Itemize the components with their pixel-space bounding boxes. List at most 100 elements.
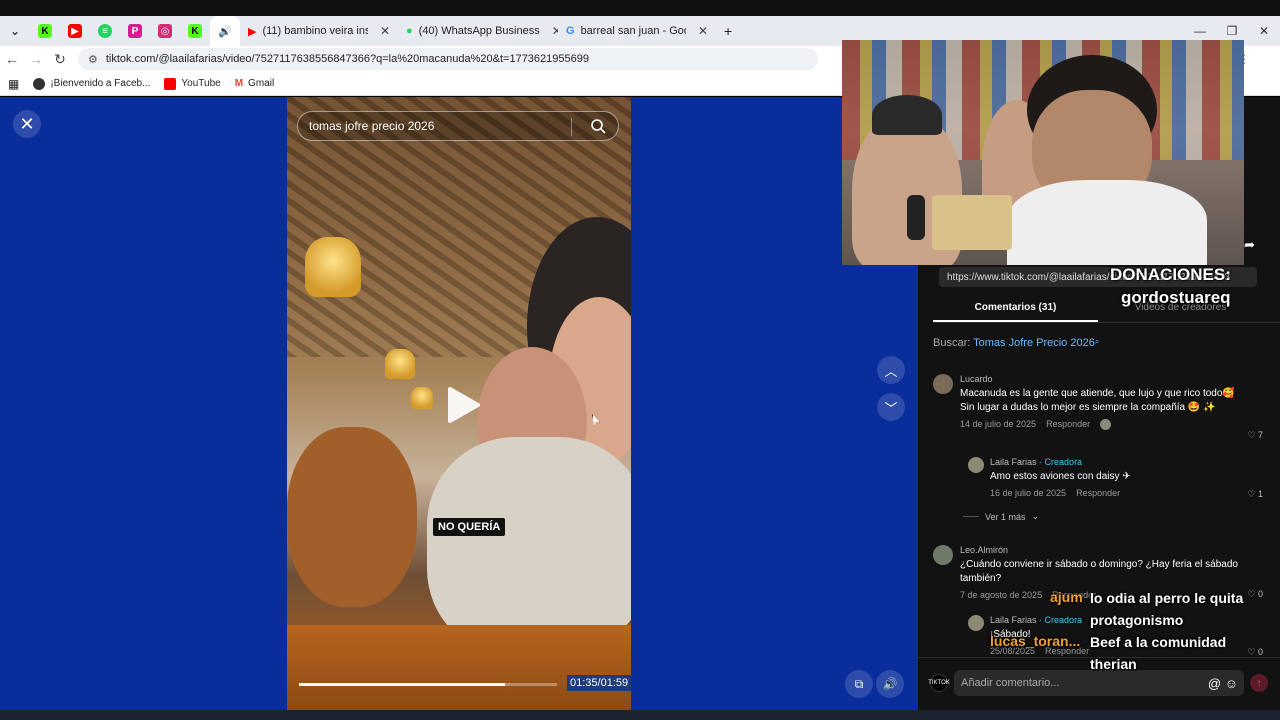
close-tab-icon[interactable]: ✕	[692, 24, 708, 38]
comment-date: 14 de julio de 2025	[960, 419, 1037, 429]
tab-list-chevron-icon[interactable]: ⌄	[0, 16, 30, 46]
site-settings-icon[interactable]: ⚙	[88, 53, 98, 66]
reply-username[interactable]: Laila Farias	[990, 457, 1037, 467]
tab-kick-icon[interactable]: K	[30, 16, 60, 46]
reply-button[interactable]: Responder	[1076, 488, 1120, 498]
tab-spotify-icon[interactable]: ≡	[90, 16, 120, 46]
tab-google-search[interactable]: G barreal san juan - Google Searc ✕	[558, 16, 716, 46]
volume-icon[interactable]: 🔊	[876, 670, 904, 698]
divider-line	[963, 516, 979, 517]
like-count: 0	[1257, 647, 1263, 657]
tab-youtube-icon[interactable]: ▶	[60, 16, 90, 46]
close-video-icon[interactable]: ✕	[13, 110, 41, 138]
share-arrow-icon[interactable]: ➦	[1244, 237, 1255, 253]
new-tab-button[interactable]: +	[716, 16, 740, 46]
creator-badge: · Creadora	[1039, 615, 1083, 625]
close-tab-icon[interactable]: ✕	[374, 24, 390, 38]
video-frame-lamp	[305, 237, 361, 297]
avatar[interactable]	[968, 457, 984, 473]
bookmark-youtube[interactable]: YouTube	[164, 77, 221, 90]
bookmark-label: YouTube	[181, 78, 221, 89]
video-frame-dog	[287, 427, 417, 607]
window-close-icon[interactable]: ✕	[1248, 24, 1280, 38]
chat-message: lo odia al perro le quita protagonismo	[1090, 590, 1244, 628]
comment-search-suggestion[interactable]: Buscar: Tomas Jofre Precio 2026⌕	[933, 337, 1099, 349]
minimize-icon[interactable]: —	[1184, 24, 1216, 38]
url-field[interactable]: ⚙ tiktok.com/@laailafarias/video/7527117…	[78, 48, 818, 70]
tab-active-tiktok[interactable]: 🔊	[210, 16, 240, 46]
like-count: 7	[1257, 430, 1263, 440]
video-progress-bar[interactable]	[299, 683, 557, 686]
tab-label: (11) bambino veira insultos - Yo	[262, 25, 368, 37]
comment-date: 16 de julio de 2025	[990, 488, 1067, 498]
chat-username: lucas_toran...	[990, 633, 1081, 649]
video-frame-lamp	[385, 349, 415, 379]
emoji-icon[interactable]: ☺	[1225, 676, 1238, 691]
like-button[interactable]: ♡ 1	[1247, 489, 1263, 500]
reply-username[interactable]: Laila Farias	[990, 615, 1037, 625]
previous-video-chevron-up-icon[interactable]: ︿	[877, 356, 905, 384]
tab-youtube-bambino[interactable]: ▶ (11) bambino veira insultos - Yo ✕	[240, 16, 398, 46]
video-player[interactable]: tomas jofre precio 2026 NO QUERÍA 01:35/…	[287, 97, 631, 710]
tab-whatsapp[interactable]: ● (40) WhatsApp Business ✕	[398, 16, 558, 46]
search-icon[interactable]	[590, 118, 606, 134]
bookmark-facebook[interactable]: ¡Bienvenido a Faceb...	[33, 77, 150, 90]
search-query-link[interactable]: Tomas Jofre Precio 2026	[973, 337, 1095, 349]
avatar[interactable]	[933, 374, 953, 394]
comment-text: Macanuda es la gente que atiende, que lu…	[960, 388, 1235, 413]
tab-label: (40) WhatsApp Business	[418, 25, 540, 37]
comment-username[interactable]: Leo.Almirón	[960, 545, 1245, 555]
bookmark-gmail[interactable]: M Gmail	[235, 78, 274, 89]
os-taskbar	[0, 710, 1280, 720]
tab-patreon-icon[interactable]: P	[120, 16, 150, 46]
gmail-favicon-icon: M	[234, 78, 244, 89]
donations-label: DONACIONES:	[1110, 265, 1231, 284]
tab-comments[interactable]: Comentarios (31)	[933, 293, 1098, 322]
reload-icon[interactable]: ↻	[48, 51, 72, 68]
tab-instagram-icon[interactable]: ◎	[150, 16, 180, 46]
google-favicon-icon: G	[566, 25, 575, 37]
apps-grid-icon[interactable]: ▦	[8, 77, 19, 91]
chat-username: ajum	[1050, 589, 1083, 605]
chevron-down-icon: ⌄	[1031, 511, 1040, 521]
tab-label: barreal san juan - Google Searc	[580, 25, 686, 37]
like-count: 1	[1257, 489, 1263, 499]
forward-arrow-icon[interactable]: →	[24, 51, 48, 67]
reply-item: Laila Farias · Creadora Amo estos avione…	[968, 457, 1263, 502]
video-timecode: 01:35/01:59	[567, 675, 631, 691]
video-search-bar[interactable]: tomas jofre precio 2026	[297, 111, 619, 141]
video-caption: NO QUERÍA	[433, 518, 506, 536]
send-arrow-icon[interactable]: ↑	[1250, 674, 1268, 692]
tab-kick-icon-2[interactable]: K	[180, 16, 210, 46]
pip-icon[interactable]: ⧉	[845, 670, 873, 698]
comment-date: 7 de agosto de 2025	[960, 590, 1043, 600]
comment-text: ¿Cuándo conviene ir sábado o domingo? ¿H…	[960, 559, 1238, 584]
comment-username[interactable]: Lucardo	[960, 374, 1245, 384]
video-stage: ✕ tomas jofre precio 2026 NO QUERÍA 01:3…	[0, 97, 918, 710]
heart-icon: ♡	[1247, 489, 1256, 499]
tiktok-logo-icon: TIKTOK	[928, 674, 950, 692]
video-frame-table	[287, 625, 631, 710]
back-arrow-icon[interactable]: ←	[0, 51, 24, 67]
avatar[interactable]	[933, 545, 953, 565]
comment-item: Lucardo Macanuda es la gente que atiende…	[933, 374, 1263, 444]
play-icon[interactable]	[442, 385, 482, 425]
like-button[interactable]: ♡ 7	[1247, 430, 1263, 441]
webcam-person-left-cap	[872, 95, 942, 135]
webcam-person-right-shirt	[1007, 180, 1207, 265]
close-tab-icon[interactable]: ✕	[546, 24, 558, 38]
like-count: 0	[1257, 589, 1263, 599]
restore-icon[interactable]: ❐	[1216, 24, 1248, 38]
comment-username[interactable]: Laila Farias · Creadora	[990, 457, 1240, 467]
reply-button[interactable]: Responder	[1046, 419, 1090, 430]
youtube-favicon-icon: ▶	[248, 25, 257, 38]
mention-icon[interactable]: @	[1208, 676, 1221, 691]
donations-handle: gordostuareq	[1121, 288, 1231, 307]
view-more-replies[interactable]: Ver 1 más ⌄	[963, 511, 1039, 522]
url-text: tiktok.com/@laailafarias/video/752711763…	[105, 53, 589, 65]
next-video-chevron-down-icon[interactable]: ﹀	[877, 393, 905, 421]
avatar[interactable]	[968, 615, 984, 631]
video-frame-sweater	[427, 437, 631, 657]
chat-message: Beef a la comunidad therian	[1090, 634, 1227, 672]
video-progress-fill	[299, 683, 506, 686]
